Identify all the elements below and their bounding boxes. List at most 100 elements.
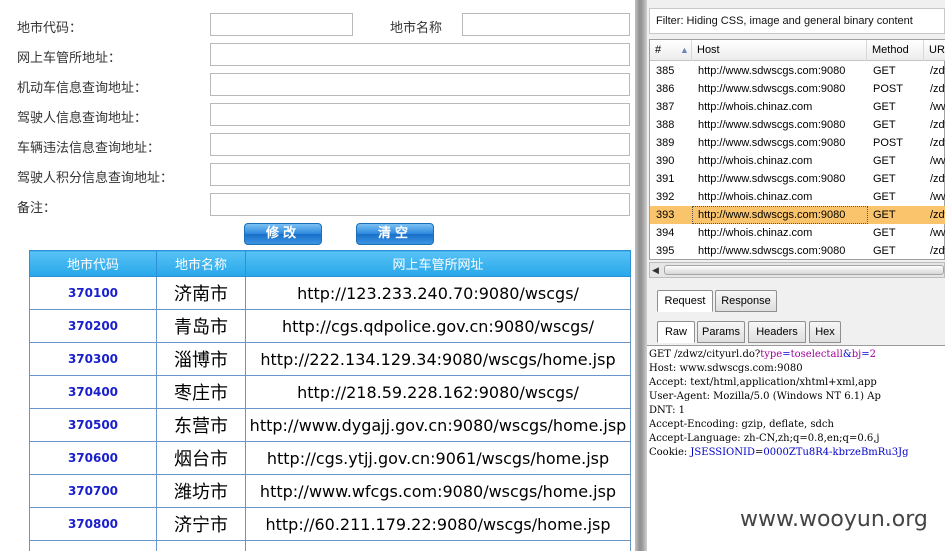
tab-headers[interactable]: Headers [748, 321, 806, 343]
tab-params[interactable]: Params [697, 321, 745, 343]
session-id: 389 [656, 137, 675, 149]
session-host: http://whois.chinaz.com [698, 155, 813, 167]
scroll-left-icon[interactable]: ◀ [652, 263, 659, 277]
session-url: /zdw [930, 173, 945, 185]
violation-query-input[interactable] [210, 133, 630, 156]
portal-url-cell: http://123.233.240.70:9080/wscgs/ [245, 276, 631, 310]
city-code-cell: 370500 [29, 408, 157, 442]
header-city-name: 地市名称 [156, 250, 246, 277]
session-row[interactable]: 391 http://www.sdwscgs.com:9080 GET/zdw [650, 170, 945, 188]
cookie-header: Cookie: JSESSIONID=0000ZTu8R4-kbrzeBmRu3… [649, 447, 909, 458]
city-name-cell: 烟台市 [156, 441, 246, 475]
column-header-url[interactable]: URL [924, 40, 945, 61]
clear-button[interactable]: 清空 [356, 223, 434, 245]
table-row[interactable]: 370600 烟台市 http://cgs.ytjj.gov.cn:9061/w… [29, 441, 631, 475]
tab-hex[interactable]: Hex [809, 321, 841, 343]
table-row[interactable]: 370200 青岛市 http://cgs.qdpolice.gov.cn:90… [29, 309, 631, 343]
session-row[interactable]: 389 http://www.sdwscgs.com:9080 POST/zdw [650, 134, 945, 152]
driver-query-input[interactable] [210, 103, 630, 126]
city-code-cell: 370400 [29, 375, 157, 409]
city-code-input[interactable] [210, 13, 353, 36]
note-label: 备注： [17, 201, 57, 216]
column-header-host[interactable]: Host [692, 40, 867, 61]
tab-response[interactable]: Response [715, 290, 777, 312]
points-query-label: 驾驶人积分信息查询地址： [17, 171, 174, 186]
session-id: 394 [656, 227, 675, 239]
portal-url-cell: http://www.wfcgs.com:9080/wscgs/home.jsp [245, 474, 631, 508]
session-row[interactable]: 386 http://www.sdwscgs.com:9080 POST/zdw [650, 80, 945, 98]
scrollbar-thumb[interactable] [664, 265, 944, 275]
portal-url-input[interactable] [210, 43, 630, 66]
city-code-cell: 370200 [29, 309, 157, 343]
session-id: 395 [656, 245, 675, 257]
session-row[interactable]: 385 http://www.sdwscgs.com:9080 GET/zdw [650, 62, 945, 80]
session-row[interactable]: 390 http://whois.chinaz.com GET/ww [650, 152, 945, 170]
session-host: http://whois.chinaz.com [698, 227, 813, 239]
horizontal-scrollbar[interactable]: ◀ [649, 262, 945, 278]
vehicle-query-label: 机动车信息查询地址： [17, 81, 148, 96]
session-method: GET [873, 65, 896, 77]
session-host: http://www.sdwscgs.com:9080 [698, 83, 846, 95]
session-list: # ▲ Host Method URL 385 http://www.sdwscg… [649, 39, 945, 260]
watermark: www.wooyun.org [740, 507, 928, 532]
session-row[interactable]: 388 http://www.sdwscgs.com:9080 GET/zdw [650, 116, 945, 134]
city-name-cell: 济宁市 [156, 507, 246, 541]
session-row[interactable]: 393http://www.sdwscgs.com:9080GET/zdw [650, 206, 945, 224]
session-row[interactable]: 387 http://whois.chinaz.com GET/ww [650, 98, 945, 116]
city-name-cell: 潍坊市 [156, 474, 246, 508]
note-input[interactable] [210, 193, 630, 216]
session-row[interactable]: 394 http://whois.chinaz.com GET/ww [650, 224, 945, 242]
session-host: http://whois.chinaz.com [698, 191, 813, 203]
city-code-cell: 370300 [29, 342, 157, 376]
violation-query-label: 车辆违法信息查询地址： [17, 141, 161, 156]
session-method: GET [873, 155, 896, 167]
modify-button[interactable]: 修改 [244, 223, 322, 245]
city-name-input[interactable] [462, 13, 630, 36]
table-row[interactable]: 370400 枣庄市 http://218.59.228.162:9080/ws… [29, 375, 631, 409]
session-method: GET [873, 101, 896, 113]
session-id: 392 [656, 191, 675, 203]
table-row[interactable] [29, 540, 631, 551]
portal-url-cell [245, 540, 631, 551]
session-id: 388 [656, 119, 675, 131]
session-host: http://www.sdwscgs.com:9080 [698, 65, 846, 77]
table-row[interactable]: 370800 济宁市 http://60.211.179.22:9080/wsc… [29, 507, 631, 541]
column-header-number[interactable]: # ▲ [650, 40, 692, 61]
vehicle-query-input[interactable] [210, 73, 630, 96]
table-row[interactable]: 370500 东营市 http://www.dygajj.gov.cn:9080… [29, 408, 631, 442]
column-header-method[interactable]: Method [867, 40, 924, 61]
table-row[interactable]: 370100 济南市 http://123.233.240.70:9080/ws… [29, 276, 631, 310]
portal-url-cell: http://www.dygajj.gov.cn:9080/wscgs/home… [245, 408, 631, 442]
session-row[interactable]: 395 http://www.sdwscgs.com:9080 GET/zdw [650, 242, 945, 260]
portal-url-cell: http://222.134.129.34:9080/wscgs/home.js… [245, 342, 631, 376]
accept-language-header: Accept-Language: zh-CN,zh;q=0.8,en;q=0.6… [649, 433, 880, 444]
session-id: 387 [656, 101, 675, 113]
points-query-input[interactable] [210, 163, 630, 186]
table-row[interactable]: 370300 淄博市 http://222.134.129.34:9080/ws… [29, 342, 631, 376]
session-list-header: # ▲ Host Method URL [650, 40, 945, 61]
session-host: http://www.sdwscgs.com:9080 [698, 119, 846, 131]
session-url: /zdw [930, 65, 945, 77]
session-method: GET [873, 245, 896, 257]
city-name-cell: 济南市 [156, 276, 246, 310]
session-id: 385 [656, 65, 675, 77]
table-row[interactable]: 370700 潍坊市 http://www.wfcgs.com:9080/wsc… [29, 474, 631, 508]
filter-status-bar: Filter: Hiding CSS, image and general bi… [649, 8, 945, 34]
accept-header: Accept: text/html,application/xhtml+xml,… [649, 377, 877, 388]
host-header: Host: www.sdwscgs.com:9080 [649, 363, 803, 374]
session-id: 390 [656, 155, 675, 167]
session-row[interactable]: 392 http://whois.chinaz.com GET/ww [650, 188, 945, 206]
fiddler-panel: Filter: Hiding CSS, image and general bi… [647, 0, 945, 551]
city-code-cell: 370800 [29, 507, 157, 541]
portal-url-cell: http://60.211.179.22:9080/wscgs/home.jsp [245, 507, 631, 541]
tab-request[interactable]: Request [657, 290, 713, 312]
session-url: /zdw [930, 137, 945, 149]
tab-raw[interactable]: Raw [657, 321, 695, 343]
portal-url-cell: http://cgs.ytjj.gov.cn:9061/wscgs/home.j… [245, 441, 631, 475]
session-url: /zdw [930, 83, 945, 95]
city-code-cell [29, 540, 157, 551]
pane-splitter[interactable] [635, 0, 647, 551]
sort-ascending-icon: ▲ [680, 45, 689, 55]
header-city-code: 地市代码 [29, 250, 157, 277]
city-code-cell: 370600 [29, 441, 157, 475]
